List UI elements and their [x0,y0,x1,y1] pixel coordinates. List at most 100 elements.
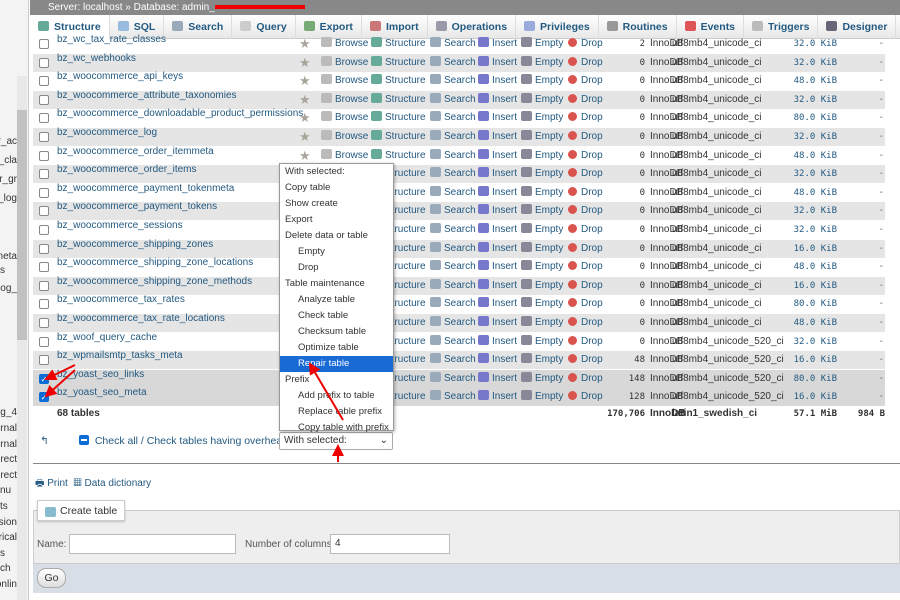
sidebar-item[interactable]: meta [0,251,17,262]
breadcrumb-server[interactable]: Server: localhost [48,2,122,13]
search-action[interactable]: Search [430,333,476,351]
row-checkbox[interactable] [39,225,49,235]
sidebar-item[interactable]: 4_log [0,407,17,418]
search-action[interactable]: Search [430,351,476,369]
empty-action[interactable]: Empty [521,184,563,202]
browse-action[interactable]: Browse [321,128,368,146]
empty-action[interactable]: Empty [521,314,563,332]
search-action[interactable]: Search [430,35,476,53]
row-checkbox[interactable] [39,39,49,49]
insert-action[interactable]: Insert [478,109,517,127]
search-action[interactable]: Search [430,109,476,127]
menu-item-analyze-table[interactable]: Analyze table [280,292,393,308]
sidebar-item[interactable]: s [0,548,17,559]
sidebar-item[interactable]: r_gr [0,174,17,185]
breadcrumb-database[interactable]: Database: admin_ [134,2,215,13]
table-name-link[interactable]: bz_woocommerce_attribute_taxonomies [57,87,237,105]
empty-action[interactable]: Empty [521,109,563,127]
sidebar-item[interactable]: ch [0,563,17,574]
insert-action[interactable]: Insert [478,128,517,146]
sidebar-item[interactable]: r_cla [0,155,17,166]
sidebar-item[interactable]: r_ac [0,136,17,147]
check-all-link[interactable]: Check all / Check tables having overhead [95,435,288,447]
menu-item-optimize-table[interactable]: Optimize table [280,340,393,356]
table-name-link[interactable]: bz_woocommerce_shipping_zone_methods [57,273,252,291]
menu-item-copy-table-with-prefix[interactable]: Copy table with prefix [280,420,393,436]
menu-item-checksum-table[interactable]: Checksum table [280,324,393,340]
go-button[interactable]: Go [37,568,66,588]
empty-action[interactable]: Empty [521,35,563,53]
data-dictionary-link[interactable]: Data dictionary [84,478,151,489]
sidebar-item[interactable]: irect [0,454,17,465]
search-action[interactable]: Search [430,295,476,313]
row-checkbox[interactable] [39,336,49,347]
search-action[interactable]: Search [430,202,476,220]
insert-action[interactable]: Insert [478,184,517,202]
row-checkbox[interactable] [39,76,49,87]
empty-action[interactable]: Empty [521,277,563,295]
menu-item-check-table[interactable]: Check table [280,308,393,324]
table-name-link[interactable]: bz_woocommerce_payment_tokenmeta [57,180,234,198]
menu-item-repair-table[interactable]: Repair table [280,356,393,372]
insert-action[interactable]: Insert [478,370,517,388]
sidebar-item[interactable]: r_log [0,193,17,204]
table-name-link[interactable]: bz_woocommerce_shipping_zone_locations [57,254,253,272]
menu-item-add-prefix-to-table[interactable]: Add prefix to table [280,388,393,404]
table-name-link[interactable]: bz_yoast_seo_meta [57,384,147,402]
insert-action[interactable]: Insert [478,35,517,53]
favorite-star-icon[interactable]: ★ [299,54,311,72]
row-checkbox[interactable] [39,318,49,328]
search-action[interactable]: Search [430,370,476,388]
insert-action[interactable]: Insert [478,314,517,332]
empty-action[interactable]: Empty [521,128,563,146]
table-name-link[interactable]: bz_yoast_seo_links [57,366,144,384]
row-checkbox[interactable] [39,113,49,124]
check-all-checkbox[interactable] [78,435,89,445]
empty-action[interactable]: Empty [521,258,563,276]
browse-action[interactable]: Browse [321,109,368,127]
table-name-link[interactable]: bz_woocommerce_shipping_zones [57,236,213,254]
insert-action[interactable]: Insert [478,202,517,220]
table-name-link[interactable]: bz_woocommerce_payment_tokens [57,198,217,216]
row-checkbox[interactable] [39,94,49,105]
menu-item-show-create[interactable]: Show create [280,196,393,212]
structure-action[interactable]: Structure [371,109,426,127]
insert-action[interactable]: Insert [478,147,517,165]
insert-action[interactable]: Insert [478,333,517,351]
favorite-star-icon[interactable]: ★ [299,147,311,165]
browse-action[interactable]: Browse [321,72,368,90]
search-action[interactable]: Search [430,128,476,146]
empty-action[interactable]: Empty [521,165,563,183]
row-checkbox[interactable] [39,169,49,180]
insert-action[interactable]: Insert [478,221,517,239]
sidebar-item[interactable]: sion [0,517,17,528]
columns-input[interactable]: 4 [330,534,450,554]
search-action[interactable]: Search [430,54,476,72]
menu-item-with-selected[interactable]: With selected: [280,164,393,180]
table-name-link[interactable]: bz_woocommerce_tax_rate_locations [57,310,225,328]
insert-action[interactable]: Insert [478,91,517,109]
row-checkbox[interactable]: ✓ [39,373,49,384]
insert-action[interactable]: Insert [478,240,517,258]
structure-action[interactable]: Structure [371,91,426,109]
structure-action[interactable]: Structure [371,147,426,165]
structure-action[interactable]: Structure [371,72,426,90]
row-checkbox[interactable] [39,187,49,198]
search-action[interactable]: Search [430,277,476,295]
search-action[interactable]: Search [430,221,476,239]
favorite-star-icon[interactable]: ★ [299,128,311,146]
menu-item-drop[interactable]: Drop [280,260,393,276]
browse-action[interactable]: Browse [321,147,368,165]
table-name-link[interactable]: bz_woocommerce_order_itemmeta [57,143,214,161]
sidebar-item[interactable]: ernal [0,423,17,434]
empty-action[interactable]: Empty [521,351,563,369]
search-action[interactable]: Search [430,72,476,90]
structure-action[interactable]: Structure [371,54,426,72]
sidebar-item[interactable]: irect [0,470,17,481]
table-name-link[interactable]: bz_woocommerce_tax_rates [57,291,185,309]
empty-action[interactable]: Empty [521,202,563,220]
search-action[interactable]: Search [430,91,476,109]
row-checkbox[interactable] [39,280,49,291]
insert-action[interactable]: Insert [478,277,517,295]
sidebar-scrollbar-thumb[interactable] [17,110,27,340]
